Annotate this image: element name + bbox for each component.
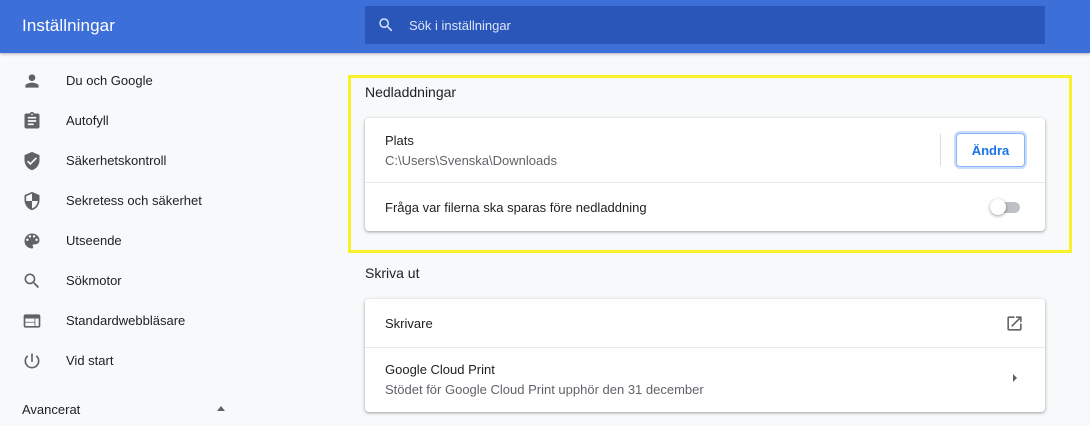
cloud-print-label: Google Cloud Print (385, 362, 495, 377)
section-title-downloads: Nedladdningar (365, 84, 457, 100)
sidebar-item-privacy[interactable]: Sekretess och säkerhet (0, 180, 250, 220)
chevron-right-icon[interactable] (1009, 372, 1021, 384)
browser-icon (23, 314, 41, 328)
search-input[interactable] (409, 6, 1029, 44)
sidebar-item-appearance[interactable]: Utseende (0, 220, 250, 260)
sidebar-item-label: Standardwebbläsare (66, 313, 186, 328)
ask-where-label: Fråga var filerna ska sparas före nedlad… (385, 200, 647, 215)
row-divider (365, 182, 1045, 183)
sidebar-item-label: Vid start (66, 353, 114, 368)
change-location-button[interactable]: Ändra (956, 133, 1025, 167)
sidebar-advanced-toggle[interactable]: Avancerat (22, 402, 232, 418)
section-title-printing: Skriva ut (365, 265, 420, 281)
advanced-label: Avancerat (22, 402, 81, 417)
location-path: C:\Users\Svenska\Downloads (385, 153, 557, 168)
ask-where-toggle[interactable] (990, 198, 1022, 216)
sidebar-item-on-startup[interactable]: Vid start (0, 340, 250, 380)
sidebar-item-search-engine[interactable]: Sökmotor (0, 260, 250, 300)
sidebar-item-label: Sökmotor (66, 273, 122, 288)
sidebar-item-label: Du och Google (66, 73, 153, 88)
cloud-print-row[interactable]: Google Cloud Print Stödet för Google Clo… (365, 348, 1045, 412)
location-label: Plats (385, 133, 414, 148)
shield-check-icon (24, 151, 40, 171)
sidebar-item-label: Autofyll (66, 113, 109, 128)
top-bar: Inställningar (0, 0, 1090, 53)
palette-icon (24, 233, 40, 249)
sidebar-item-default-browser[interactable]: Standardwebbläsare (0, 300, 250, 340)
search-icon (24, 273, 40, 289)
sidebar-item-autofill[interactable]: Autofyll (0, 100, 250, 140)
cloud-print-description: Stödet för Google Cloud Print upphör den… (385, 382, 704, 397)
clipboard-icon (24, 111, 40, 129)
power-icon (24, 353, 40, 369)
sidebar-item-label: Sekretess och säkerhet (66, 193, 202, 208)
sidebar-item-label: Utseende (66, 233, 122, 248)
page-title: Inställningar (22, 16, 115, 35)
printing-card: Skrivare Google Cloud Print Stödet för G… (365, 299, 1045, 412)
vertical-separator (940, 134, 941, 166)
sidebar-item-safety-check[interactable]: Säkerhetskontroll (0, 140, 250, 180)
downloads-card: Plats C:\Users\Svenska\Downloads Ändra F… (365, 118, 1045, 231)
sidebar-item-label: Säkerhetskontroll (66, 153, 167, 168)
toggle-knob (990, 199, 1006, 215)
printers-label: Skrivare (385, 316, 433, 331)
shield-half-icon (24, 191, 40, 211)
printers-row[interactable]: Skrivare (365, 299, 1045, 347)
sidebar-item-you-and-google[interactable]: Du och Google (0, 60, 250, 100)
search-icon (379, 18, 393, 32)
person-icon (25, 74, 39, 88)
arrow-up-icon (217, 406, 225, 411)
search-box[interactable] (365, 6, 1045, 44)
open-in-new-icon[interactable] (1005, 314, 1024, 333)
